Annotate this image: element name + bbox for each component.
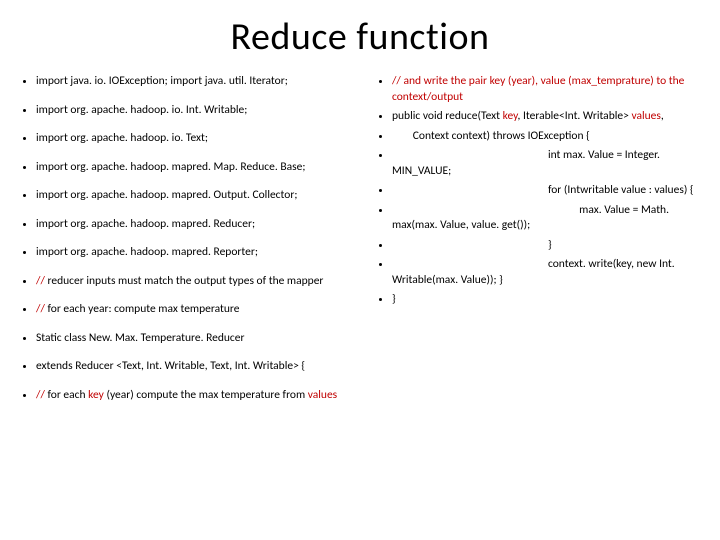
bullet-item: import org. apache. hadoop. io. Int. Wri…: [36, 103, 356, 119]
text-segment: reducer inputs must match the output typ…: [47, 274, 323, 288]
text-segment: int max. Value = Integer. MIN_VALUE;: [392, 148, 660, 178]
text-segment: import org. apache. hadoop. mapred. Repo…: [36, 245, 258, 259]
bullet-item: import org. apache. hadoop. mapred. Repo…: [36, 245, 356, 261]
text-segment: }: [392, 292, 396, 306]
bullet-item: Context context) throws IOException {: [392, 129, 702, 145]
text-segment: context. write(key, new Int. Writable(ma…: [392, 257, 675, 287]
text-segment: key: [88, 388, 104, 402]
text-segment: values: [308, 388, 337, 402]
text-segment: //: [36, 274, 47, 288]
text-segment: key: [503, 109, 518, 123]
left-bullet-list: import java. io. IOException; import jav…: [18, 74, 356, 403]
bullet-item: }: [392, 292, 702, 308]
text-segment: extends Reducer <Text, Int. Writable, Te…: [36, 359, 305, 373]
text-segment: for each: [47, 388, 88, 402]
text-segment: import org. apache. hadoop. io. Text;: [36, 131, 208, 145]
right-bullet-list: // and write the pair key (year), value …: [374, 74, 702, 308]
text-segment: and write the pair key (year), value (ma…: [392, 74, 684, 104]
text-segment: }: [392, 238, 552, 252]
bullet-item: max. Value = Math. max(max. Value, value…: [392, 203, 702, 234]
text-segment: public void reduce(Text: [392, 109, 503, 123]
text-segment: import java. io. IOException; import jav…: [36, 74, 288, 88]
bullet-item: // for each key (year) compute the max t…: [36, 388, 356, 404]
bullet-item: import org. apache. hadoop. mapred. Map.…: [36, 160, 356, 176]
bullet-item: import org. apache. hadoop. io. Text;: [36, 131, 356, 147]
right-column: // and write the pair key (year), value …: [374, 74, 702, 416]
bullet-item: extends Reducer <Text, Int. Writable, Te…: [36, 359, 356, 375]
text-segment: values: [631, 109, 660, 123]
bullet-item: public void reduce(Text key, Iterable<In…: [392, 109, 702, 125]
bullet-item: import java. io. IOException; import jav…: [36, 74, 356, 90]
bullet-item: Static class New. Max. Temperature. Redu…: [36, 331, 356, 347]
bullet-item: // and write the pair key (year), value …: [392, 74, 702, 105]
text-segment: ,: [661, 109, 664, 123]
slide-title: Reduce function: [18, 14, 702, 60]
text-segment: (year) compute the max temperature from: [104, 388, 308, 402]
bullet-item: int max. Value = Integer. MIN_VALUE;: [392, 148, 702, 179]
text-segment: //: [36, 388, 47, 402]
text-segment: //: [392, 74, 403, 88]
bullet-item: import org. apache. hadoop. mapred. Redu…: [36, 217, 356, 233]
slide: Reduce function import java. io. IOExcep…: [0, 0, 720, 540]
text-segment: //: [36, 302, 47, 316]
text-segment: import org. apache. hadoop. mapred. Redu…: [36, 217, 255, 231]
left-column: import java. io. IOException; import jav…: [18, 74, 356, 416]
text-segment: import org. apache. hadoop. mapred. Map.…: [36, 160, 305, 174]
bullet-item: context. write(key, new Int. Writable(ma…: [392, 257, 702, 288]
bullet-item: // for each year: compute max temperatur…: [36, 302, 356, 318]
text-segment: for each year: compute max temperature: [47, 302, 239, 316]
content-columns: import java. io. IOException; import jav…: [18, 74, 702, 416]
text-segment: import org. apache. hadoop. io. Int. Wri…: [36, 103, 247, 117]
text-segment: Static class New. Max. Temperature. Redu…: [36, 331, 245, 345]
text-segment: Context context) throws IOException {: [392, 129, 590, 143]
text-segment: , Iterable<Int. Writable>: [518, 109, 632, 123]
text-segment: for (Intwritable value : values) {: [392, 183, 694, 197]
text-segment: max. Value = Math. max(max. Value, value…: [392, 203, 669, 233]
text-segment: import org. apache. hadoop. mapred. Outp…: [36, 188, 297, 202]
bullet-item: }: [392, 238, 702, 254]
bullet-item: // reducer inputs must match the output …: [36, 274, 356, 290]
bullet-item: import org. apache. hadoop. mapred. Outp…: [36, 188, 356, 204]
bullet-item: for (Intwritable value : values) {: [392, 183, 702, 199]
